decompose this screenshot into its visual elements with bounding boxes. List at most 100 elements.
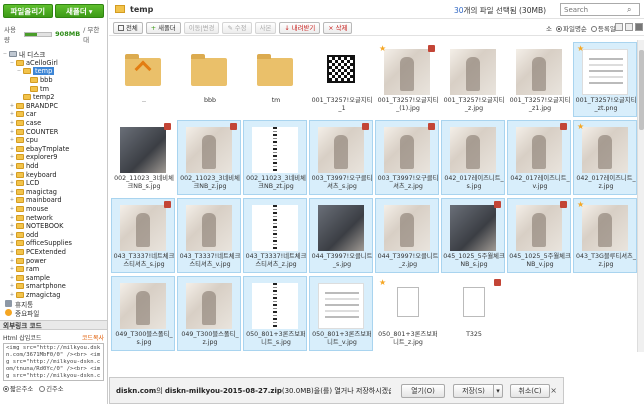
expand-icon[interactable]: +: [9, 137, 15, 143]
tree-item[interactable]: + mouse: [0, 205, 107, 214]
file-item[interactable]: 049_T300블스폴티_s.jpg: [111, 276, 175, 351]
file-item[interactable]: 042_017레이즈니트_s.jpg: [441, 120, 505, 195]
collapse-icon[interactable]: −: [9, 60, 15, 66]
tree-item[interactable]: + keyboard: [0, 170, 107, 179]
file-item[interactable]: 043_T3337!네트체크스티셔츠_z.jpg: [243, 198, 307, 273]
tree-item[interactable]: + power: [0, 256, 107, 265]
copy-button[interactable]: 사본: [254, 21, 277, 34]
tree-item[interactable]: + network: [0, 213, 107, 222]
tree-item[interactable]: + NOTEBOOK: [0, 222, 107, 231]
file-item[interactable]: T325: [441, 276, 505, 351]
expand-icon[interactable]: +: [9, 103, 15, 109]
tree-item[interactable]: + COUNTER: [0, 127, 107, 136]
file-item[interactable]: 050_801+3론즈보퍼니트_v.jpg: [309, 276, 373, 351]
tree-item[interactable]: + magictag: [0, 188, 107, 197]
tree-item[interactable]: + LCD: [0, 179, 107, 188]
expand-icon[interactable]: +: [9, 232, 15, 238]
star-icon[interactable]: ★: [577, 201, 585, 209]
scrollbar-thumb[interactable]: [639, 50, 644, 130]
expand-icon[interactable]: +: [9, 215, 15, 221]
save-options-chevron-icon[interactable]: ▾: [493, 383, 503, 398]
file-item[interactable]: 002_11023_3네비체크NB_z.jpg: [177, 120, 241, 195]
file-item[interactable]: ★ 001_T3257!오글지티_zt.png: [573, 42, 637, 117]
tree-item[interactable]: bbb: [0, 76, 107, 85]
expand-icon[interactable]: +: [9, 120, 15, 126]
expand-icon[interactable]: +: [9, 163, 15, 169]
file-item[interactable]: 050_801+3론즈보퍼니트_s.jpg: [243, 276, 307, 351]
expand-icon[interactable]: +: [9, 197, 15, 203]
tree-item[interactable]: + ebayTmplate: [0, 145, 107, 154]
edit-button[interactable]: ✎ 수정: [222, 21, 252, 34]
expand-icon[interactable]: +: [9, 292, 15, 298]
tree-item[interactable]: + sample: [0, 273, 107, 282]
tree-item[interactable]: + car: [0, 110, 107, 119]
move-button[interactable]: 이동|변경: [183, 21, 220, 34]
expand-icon[interactable]: +: [9, 258, 15, 264]
file-item[interactable]: 044_T3997!오클니트_z.jpg: [375, 198, 439, 273]
file-item[interactable]: 045_1025_5주월체크NB_v.jpg: [507, 198, 571, 273]
long-url-radio[interactable]: 긴주소: [39, 384, 64, 393]
tree-item[interactable]: + ram: [0, 265, 107, 274]
file-item[interactable]: 045_1025_5주월체크NB_s.jpg: [441, 198, 505, 273]
vertical-scrollbar[interactable]: [637, 40, 644, 352]
expand-icon[interactable]: +: [9, 206, 15, 212]
expand-icon[interactable]: +: [9, 172, 15, 178]
expand-icon[interactable]: +: [9, 180, 15, 186]
expand-icon[interactable]: +: [9, 240, 15, 246]
select-all-button[interactable]: 전체: [113, 21, 143, 34]
expand-icon[interactable]: +: [9, 154, 15, 160]
expand-icon[interactable]: +: [9, 249, 15, 255]
close-icon[interactable]: ×: [550, 386, 557, 395]
tree-item[interactable]: + cpu: [0, 136, 107, 145]
new-folder-dropdown-button[interactable]: 새폴더 ▾: [54, 4, 104, 18]
file-item[interactable]: 044_T3997!오클니트_s.jpg: [309, 198, 373, 273]
expand-icon[interactable]: +: [9, 266, 15, 272]
expand-icon[interactable]: +: [9, 111, 15, 117]
tree-item[interactable]: + BRANDPC: [0, 102, 107, 111]
tree-item[interactable]: tm: [0, 84, 107, 93]
sort-by-name[interactable]: 파일명순: [555, 23, 587, 33]
embed-code-textarea[interactable]: <img src="http://milkyou.dskn.com/3671Mb…: [3, 343, 104, 382]
star-icon[interactable]: ★: [577, 45, 585, 53]
file-item[interactable]: 001_T3257!오글지티_z1.jpg: [507, 42, 571, 117]
folder-item[interactable]: bbb: [177, 42, 241, 117]
file-item[interactable]: 043_T3337!네트체크스티셔츠_s.jpg: [111, 198, 175, 273]
delete-button[interactable]: × 삭제: [323, 21, 353, 34]
expand-icon[interactable]: +: [9, 129, 15, 135]
expand-icon[interactable]: +: [9, 189, 15, 195]
file-item[interactable]: 003_T3997!오구클티셔츠_s.jpg: [309, 120, 373, 195]
file-item[interactable]: ★ 050_801+3론즈보퍼니트_z.jpg: [375, 276, 439, 351]
tree-item[interactable]: − 내 디스크: [0, 50, 107, 59]
upload-button[interactable]: 파일올리기: [3, 4, 53, 18]
grid-view-icon[interactable]: [635, 23, 643, 31]
tree-item[interactable]: + PCExtended: [0, 248, 107, 257]
file-item[interactable]: 003_T3997!오구클티셔츠_z.jpg: [375, 120, 439, 195]
file-item[interactable]: 001_T3257!오글지티_z.jpg: [441, 42, 505, 117]
file-item[interactable]: 043_T3337!네트체크스티셔츠_v.jpg: [177, 198, 241, 273]
tree-item[interactable]: − aCelloGirl: [0, 59, 107, 68]
search-icon[interactable]: ⌕: [627, 5, 631, 15]
tree-item[interactable]: + smartphone: [0, 282, 107, 291]
download-button[interactable]: ↓ 내려받기: [279, 21, 321, 34]
tree-item[interactable]: + mainboard: [0, 196, 107, 205]
copy-code-button[interactable]: 코드복사: [82, 333, 104, 342]
tree-item[interactable]: + hdd: [0, 162, 107, 171]
file-item[interactable]: ★ 001_T3257!오글지티_(1).jpg: [375, 42, 439, 117]
save-button[interactable]: 저장(S): [453, 383, 493, 398]
new-folder-button[interactable]: + 새폴더: [145, 21, 181, 34]
cancel-button[interactable]: 취소(C): [510, 383, 550, 398]
tree-item[interactable]: + odd: [0, 230, 107, 239]
tree-item[interactable]: + explorer9: [0, 153, 107, 162]
file-item[interactable]: 042_017레이즈니트_v.jpg: [507, 120, 571, 195]
expand-icon[interactable]: +: [9, 283, 15, 289]
star-icon[interactable]: ★: [379, 45, 387, 53]
file-item[interactable]: 001_T3257!오글지티_1: [309, 42, 373, 117]
file-item[interactable]: ★ 043_T3G블루티셔츠_z.jpg: [573, 198, 637, 273]
file-item[interactable]: 002_11023_3네비체크NB_zt.jpg: [243, 120, 307, 195]
folder-item[interactable]: ..: [111, 42, 175, 117]
list-view-icon[interactable]: [615, 23, 623, 31]
star-icon[interactable]: ★: [379, 279, 387, 287]
search-input[interactable]: [561, 4, 627, 15]
tree-item[interactable]: temp2: [0, 93, 107, 102]
collapse-icon[interactable]: −: [2, 51, 8, 57]
